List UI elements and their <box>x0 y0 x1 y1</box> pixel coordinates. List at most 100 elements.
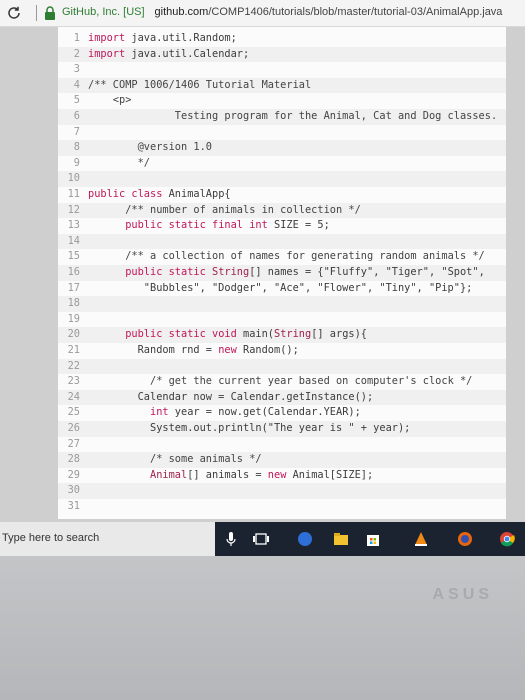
line-number[interactable]: 24 <box>58 390 80 406</box>
code-text: */ <box>88 156 150 169</box>
task-view-icon[interactable] <box>252 530 270 548</box>
code-text: Animal[] animals = new Animal[SIZE]; <box>150 468 374 481</box>
line-number[interactable]: 11 <box>58 187 80 203</box>
code-text: Random rnd = new Random(); <box>88 344 299 356</box>
code-line: 15 /** a collection of names for generat… <box>58 249 506 265</box>
line-number[interactable]: 26 <box>58 421 80 437</box>
firefox-icon[interactable] <box>456 530 474 548</box>
code-text: /** COMP 1006/1406 Tutorial Material <box>88 78 312 91</box>
code-text: public class AnimalApp{ <box>88 188 231 200</box>
code-line: 8 @version 1.0 <box>58 140 506 156</box>
line-number[interactable]: 20 <box>58 327 80 343</box>
store-icon[interactable] <box>364 530 382 548</box>
line-number[interactable]: 30 <box>58 483 80 499</box>
line-number[interactable]: 3 <box>58 62 80 78</box>
code-text: public static final int SIZE = 5; <box>125 219 330 232</box>
line-number[interactable]: 27 <box>58 437 80 453</box>
address-bar[interactable]: GitHub, Inc. [US] github.com/COMP1406/tut… <box>0 0 525 27</box>
line-number[interactable]: 29 <box>58 468 80 484</box>
edge-browser-icon[interactable] <box>296 530 314 548</box>
line-number[interactable]: 4 <box>58 78 80 94</box>
line-number[interactable]: 18 <box>58 296 80 312</box>
code-line: 4 /** COMP 1006/1406 Tutorial Material <box>58 77 506 94</box>
code-text: System.out.println("The year is " + year… <box>88 422 411 434</box>
toolbar-separator <box>36 5 37 21</box>
code-line: 29 Animal[] animals = new Animal[SIZE]; <box>58 468 506 484</box>
line-number[interactable]: 19 <box>58 312 80 328</box>
taskbar-search-box[interactable]: Type here to search <box>0 522 215 556</box>
code-line: 11 public class AnimalApp{ <box>58 187 506 203</box>
code-line: 14 <box>58 233 506 250</box>
code-text: "Bubbles", "Dodger", "Ace", "Flower", "T… <box>88 281 473 294</box>
microphone-icon[interactable] <box>222 530 240 548</box>
line-number[interactable]: 13 <box>58 218 80 234</box>
line-number[interactable]: 12 <box>58 203 80 219</box>
code-text: import java.util.Random; <box>88 32 237 44</box>
code-line: 23 /* get the current year based on comp… <box>58 374 506 390</box>
lock-icon <box>45 6 55 20</box>
search-placeholder: Type here to search <box>2 532 100 544</box>
line-number[interactable]: 6 <box>58 109 80 125</box>
url-display[interactable]: GitHub, Inc. [US] github.com/COMP1406/tut… <box>62 6 502 18</box>
line-number[interactable]: 1 <box>58 31 80 47</box>
code-line: 13 public static final int SIZE = 5; <box>58 218 506 234</box>
code-line: 2 import java.util.Calendar; <box>58 46 506 63</box>
site-identity[interactable]: GitHub, Inc. [US] <box>62 6 145 18</box>
taskbar: Type here to search <box>0 522 525 556</box>
line-number[interactable]: 5 <box>58 93 80 109</box>
url-domain: github.com <box>154 6 209 18</box>
code-line: 6 Testing program for the Animal, Cat an… <box>58 109 506 125</box>
code-text: public static String[] names = {"Fluffy"… <box>125 266 485 278</box>
line-number[interactable]: 25 <box>58 405 80 421</box>
laptop-bezel: ASUS <box>0 556 525 700</box>
laptop-brand-logo: ASUS <box>432 586 493 603</box>
code-line: 19 <box>58 312 506 328</box>
file-explorer-icon[interactable] <box>332 530 350 548</box>
code-text: public static void main(String[] args){ <box>125 328 367 341</box>
code-line: 26 System.out.println("The year is " + y… <box>58 421 506 437</box>
code-line: 22 <box>58 358 506 375</box>
code-text: int year = now.get(Calendar.YEAR); <box>150 406 361 419</box>
code-line: 25 int year = now.get(Calendar.YEAR); <box>58 405 506 421</box>
code-line: 31 <box>58 499 506 515</box>
line-number[interactable]: 9 <box>58 156 80 172</box>
code-line: 5 <p> <box>58 93 506 109</box>
code-line: 3 <box>58 62 506 78</box>
line-number[interactable]: 14 <box>58 234 80 250</box>
code-line: 16 public static String[] names = {"Fluf… <box>58 265 506 281</box>
line-number[interactable]: 16 <box>58 265 80 281</box>
line-number[interactable]: 15 <box>58 249 80 265</box>
code-text: /** number of animals in collection */ <box>125 203 361 216</box>
line-number[interactable]: 31 <box>58 499 80 515</box>
code-line: 10 <box>58 171 506 187</box>
code-line: 27 <box>58 437 506 453</box>
code-viewer[interactable]: 1 import java.util.Random; 2 import java.ut… <box>58 27 506 519</box>
code-line: 7 <box>58 125 506 141</box>
code-text: import java.util.Calendar; <box>88 47 250 60</box>
code-text: /** a collection of names for generating… <box>125 250 485 263</box>
code-line: 18 <box>58 296 506 312</box>
line-number[interactable]: 23 <box>58 374 80 390</box>
line-number[interactable]: 7 <box>58 125 80 141</box>
line-number[interactable]: 10 <box>58 171 80 187</box>
code-text: Testing program for the Animal, Cat and … <box>88 110 498 122</box>
code-text: /* some animals */ <box>150 453 262 466</box>
code-text: <p> <box>88 94 132 107</box>
code-line: 28 /* some animals */ <box>58 452 506 468</box>
code-text: @version 1.0 <box>88 141 212 154</box>
line-number[interactable]: 8 <box>58 140 80 156</box>
chrome-icon[interactable] <box>498 530 516 548</box>
code-line: 1 import java.util.Random; <box>58 31 506 47</box>
line-number[interactable]: 17 <box>58 281 80 297</box>
code-line: 12 /** number of animals in collection *… <box>58 202 506 219</box>
code-text: Calendar now = Calendar.getInstance(); <box>88 390 374 403</box>
code-line: 24 Calendar now = Calendar.getInstance()… <box>58 389 506 406</box>
line-number[interactable]: 21 <box>58 343 80 359</box>
line-number[interactable]: 22 <box>58 359 80 375</box>
vlc-icon[interactable] <box>412 530 430 548</box>
line-number[interactable]: 28 <box>58 452 80 468</box>
code-line: 17 "Bubbles", "Dodger", "Ace", "Flower",… <box>58 281 506 297</box>
line-number[interactable]: 2 <box>58 47 80 63</box>
reload-icon[interactable] <box>6 5 22 21</box>
code-line: 20 public static void main(String[] args… <box>58 327 506 343</box>
